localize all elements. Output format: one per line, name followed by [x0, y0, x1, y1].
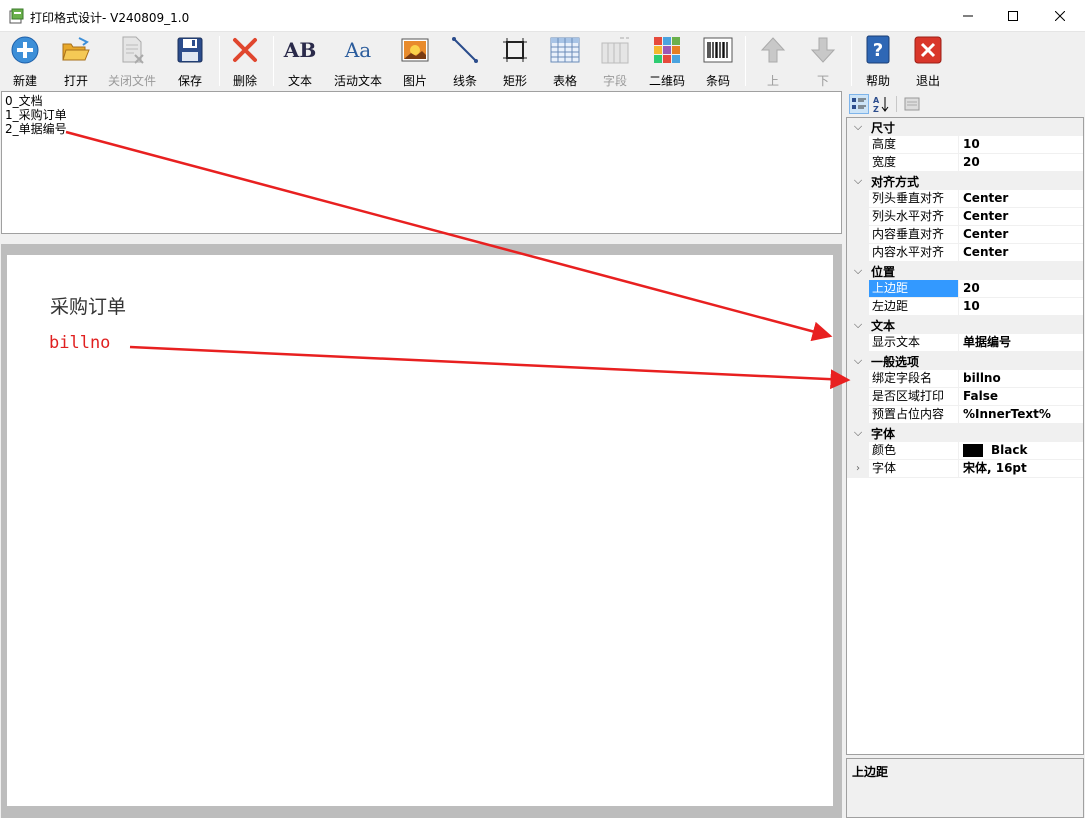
minimize-button[interactable] [945, 0, 991, 32]
property-grid[interactable]: ⌵ 尺寸 高度 10 宽度 20 ⌵ 对齐方式 列头垂直对齐 Center 列头水平对齐 C… [846, 117, 1084, 755]
help-button[interactable]: ? 帮助 [861, 34, 895, 90]
qrcode-icon [654, 37, 680, 63]
color-swatch [963, 444, 983, 457]
sort-az-icon: AZ [873, 96, 889, 113]
svg-text:Z: Z [873, 105, 879, 113]
property-row[interactable]: 列头垂直对齐 Center [847, 190, 1083, 208]
field-button[interactable]: 字段 [598, 34, 632, 90]
text-button[interactable]: AB 文本 [283, 34, 317, 90]
minimize-icon [963, 15, 973, 17]
property-row[interactable]: 内容垂直对齐 Center [847, 226, 1083, 244]
design-page[interactable]: 采购订单 billno [7, 255, 833, 806]
delete-button[interactable]: 删除 [228, 34, 262, 90]
property-row[interactable]: 绑定字段名 billno [847, 370, 1083, 388]
chevron-right-icon[interactable]: › [847, 460, 869, 477]
chevron-down-icon[interactable]: ⌵ [847, 426, 869, 440]
category-position[interactable]: ⌵ 位置 [847, 262, 1083, 280]
active-text-button[interactable]: Aa 活动文本 [332, 34, 384, 90]
page-title-element[interactable]: 采购订单 [50, 292, 126, 319]
exit-icon [914, 36, 942, 64]
text-ab-icon: AB [283, 38, 317, 62]
property-pages-button[interactable] [902, 94, 922, 114]
property-row[interactable]: 高度 10 [847, 136, 1083, 154]
toolbar-separator [273, 36, 274, 86]
rectangle-icon [503, 38, 527, 62]
list-item[interactable]: 2_单据编号 [5, 122, 841, 136]
toolbar: 新建 打开 关闭文件 保存 删除 AB 文本 Aa 活动文本 图片 线条 矩形 … [0, 32, 1085, 90]
move-up-button[interactable]: 上 [756, 34, 790, 90]
folder-open-icon [62, 37, 90, 61]
alphabetical-button[interactable]: AZ [871, 94, 891, 114]
property-row[interactable]: 颜色 Black [847, 442, 1083, 460]
close-icon [1055, 11, 1065, 21]
property-row[interactable]: 左边距 10 [847, 298, 1083, 316]
chevron-down-icon[interactable]: ⌵ [847, 318, 869, 332]
table-icon [550, 37, 580, 63]
new-button[interactable]: 新建 [8, 34, 42, 90]
arrow-up-icon [760, 37, 786, 63]
toolbar-separator [896, 96, 897, 112]
barcode-icon [703, 37, 733, 63]
close-file-icon [122, 36, 144, 64]
page-field-element[interactable]: billno [49, 333, 110, 353]
rect-button[interactable]: 矩形 [498, 34, 532, 90]
property-row-selected[interactable]: 上边距 20 [847, 280, 1083, 298]
exit-button[interactable]: 退出 [911, 34, 945, 90]
chevron-down-icon[interactable]: ⌵ [847, 264, 869, 278]
list-item[interactable]: 1_采购订单 [5, 108, 841, 122]
move-down-button[interactable]: 下 [806, 34, 840, 90]
maximize-icon [1008, 11, 1018, 21]
property-row[interactable]: 是否区域打印 False [847, 388, 1083, 406]
toolbar-separator [745, 36, 746, 86]
table-button[interactable]: 表格 [548, 34, 582, 90]
close-button[interactable] [1037, 0, 1083, 32]
title-bar: 打印格式设计- V240809_1.0 [0, 0, 1085, 32]
element-list[interactable]: 0_文档 1_采购订单 2_单据编号 [1, 91, 842, 234]
property-row[interactable]: 列头水平对齐 Center [847, 208, 1083, 226]
svg-text:?: ? [873, 40, 883, 61]
category-text[interactable]: ⌵ 文本 [847, 316, 1083, 334]
toolbar-separator [219, 36, 220, 86]
window-title: 打印格式设计- V240809_1.0 [30, 11, 190, 25]
image-button[interactable]: 图片 [398, 34, 432, 90]
category-alignment[interactable]: ⌵ 对齐方式 [847, 172, 1083, 190]
app-icon [9, 8, 24, 24]
save-button[interactable]: 保存 [173, 34, 207, 90]
save-icon [177, 37, 203, 63]
chevron-down-icon[interactable]: ⌵ [847, 354, 869, 368]
category-general-options[interactable]: ⌵ 一般选项 [847, 352, 1083, 370]
arrow-down-icon [810, 37, 836, 63]
line-icon [452, 37, 478, 63]
property-row[interactable]: 预置占位内容 %InnerText% [847, 406, 1083, 424]
categorized-button[interactable] [849, 94, 869, 114]
chevron-down-icon[interactable]: ⌵ [847, 174, 869, 188]
list-item[interactable]: 0_文档 [5, 94, 841, 108]
field-icon [601, 37, 629, 64]
delete-x-icon [233, 38, 257, 62]
help-book-icon: ? [866, 35, 890, 64]
category-font[interactable]: ⌵ 字体 [847, 424, 1083, 442]
property-row[interactable]: › 字体 宋体, 16pt [847, 460, 1083, 478]
property-row[interactable]: 显示文本 单据编号 [847, 334, 1083, 352]
barcode-button[interactable]: 条码 [701, 34, 735, 90]
property-pages-icon [904, 97, 920, 111]
categorized-icon [852, 98, 866, 109]
close-file-button[interactable]: 关闭文件 [106, 34, 158, 90]
image-icon [401, 38, 429, 62]
property-row[interactable]: 宽度 20 [847, 154, 1083, 172]
add-circle-icon [11, 36, 39, 64]
maximize-button[interactable] [990, 0, 1036, 32]
line-button[interactable]: 线条 [448, 34, 482, 90]
svg-text:A: A [873, 96, 880, 105]
design-canvas-area: 采购订单 billno [1, 244, 842, 818]
active-text-aa-icon: Aa [344, 38, 372, 62]
chevron-down-icon[interactable]: ⌵ [847, 120, 869, 134]
qrcode-button[interactable]: 二维码 [645, 34, 689, 90]
property-description: 上边距 [846, 758, 1084, 818]
toolbar-separator [851, 36, 852, 86]
property-row[interactable]: 内容水平对齐 Center [847, 244, 1083, 262]
category-size[interactable]: ⌵ 尺寸 [847, 118, 1083, 136]
property-toolbar: AZ [846, 92, 1084, 116]
open-button[interactable]: 打开 [59, 34, 93, 90]
